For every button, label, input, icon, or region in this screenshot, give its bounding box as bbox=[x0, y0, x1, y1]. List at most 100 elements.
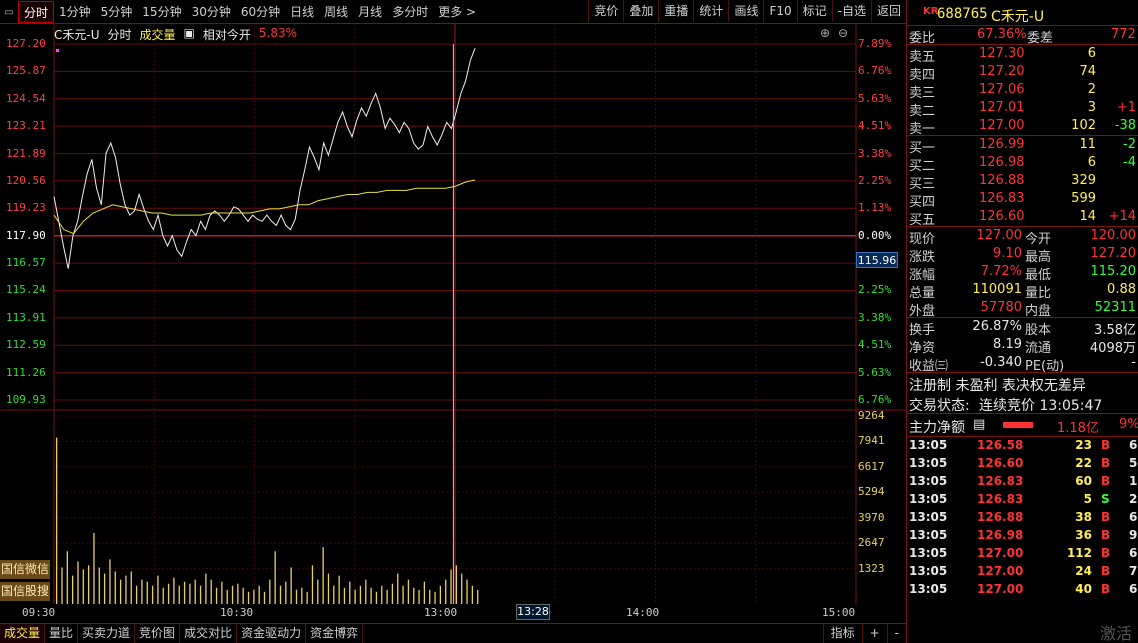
volume-bar bbox=[439, 585, 442, 604]
cursor-price-box: 115.96 bbox=[856, 252, 898, 268]
pct-tick-2: 5.63% bbox=[858, 91, 892, 105]
volume-bar bbox=[359, 585, 362, 604]
ask-price: 127.30 bbox=[979, 46, 1025, 61]
stat-label-1: 外盘 bbox=[909, 304, 936, 319]
tick-time: 13:05 bbox=[909, 474, 948, 488]
ask-price: 127.06 bbox=[979, 82, 1025, 97]
guoxin-wechat-button[interactable]: 国信微信 bbox=[0, 560, 50, 579]
tick-row[interactable]: 13:05 126.88 38 B 6 bbox=[907, 509, 1138, 527]
tick-price: 127.00 bbox=[977, 564, 1024, 578]
volume-bar bbox=[295, 589, 298, 604]
volume-bar bbox=[466, 579, 468, 604]
price-tick-3: 123.21 bbox=[6, 119, 46, 133]
tick-row[interactable]: 13:05 126.60 22 B 5 bbox=[907, 455, 1138, 473]
volume-bar bbox=[279, 585, 282, 604]
volume-tick-4: 3970 bbox=[858, 510, 885, 524]
relative-label: 相对今开 bbox=[202, 28, 251, 42]
volume-bar bbox=[87, 565, 90, 604]
tick-row[interactable]: 13:05 126.98 36 B 9 bbox=[907, 527, 1138, 545]
tick-direction: B bbox=[1101, 528, 1111, 542]
tick-price: 127.00 bbox=[977, 546, 1024, 560]
zoom-in-icon[interactable]: ⊕ bbox=[820, 26, 830, 40]
volume-bar bbox=[333, 585, 335, 604]
price-tick-7: 117.90 bbox=[6, 228, 46, 242]
volume-bar bbox=[429, 589, 431, 604]
tick-price: 126.88 bbox=[977, 510, 1024, 524]
bottom-tab-1[interactable]: 量比 bbox=[45, 624, 79, 643]
price-tick-11: 112.59 bbox=[6, 338, 46, 352]
quote-stats: 现价 127.00 今开 120.00 涨跌 9.10 最高 127.20 涨幅 7.72% 最低 1… bbox=[907, 227, 1138, 319]
tick-time: 13:05 bbox=[909, 456, 948, 470]
chart-canvas bbox=[0, 24, 906, 604]
volume-bar bbox=[434, 591, 436, 604]
indicator-label[interactable]: 成交量 bbox=[140, 26, 176, 43]
tick-row[interactable]: 13:05 127.00 40 B 6 bbox=[907, 581, 1138, 599]
volume-bar bbox=[285, 581, 287, 604]
bid-label: 买五 bbox=[909, 213, 936, 228]
bottom-tab-4[interactable]: 成交对比 bbox=[180, 624, 238, 643]
tick-row[interactable]: 13:05 126.58 23 B 6 bbox=[907, 437, 1138, 455]
volume-bar bbox=[93, 532, 95, 604]
bottom-tab-2[interactable]: 买卖力道 bbox=[78, 624, 136, 643]
tick-direction: S bbox=[1101, 492, 1110, 506]
chart-info-bar: C禾元-U 分时 成交量 ▣ 相对今开 5.83% bbox=[54, 26, 297, 43]
bottom-tab-6[interactable]: 资金博弈 bbox=[306, 624, 364, 643]
tick-direction: B bbox=[1101, 510, 1111, 524]
bottom-tool-2[interactable]: - bbox=[886, 624, 906, 643]
volume-bar bbox=[386, 589, 388, 604]
tick-row[interactable]: 13:05 127.00 24 B 7 bbox=[907, 563, 1138, 581]
volume-bar bbox=[242, 587, 244, 604]
volume-bar bbox=[173, 577, 175, 604]
volume-bar bbox=[162, 587, 164, 604]
bid-volume: 6 bbox=[1087, 155, 1096, 170]
price-tick-9: 115.24 bbox=[6, 283, 46, 297]
mode-label: 分时 bbox=[107, 28, 132, 42]
tick-count: 6 bbox=[1129, 510, 1138, 524]
volume-bar bbox=[407, 579, 410, 604]
tick-row[interactable]: 13:05 126.83 5 S 2 bbox=[907, 491, 1138, 509]
volume-bar bbox=[194, 579, 196, 604]
tick-price: 126.98 bbox=[977, 528, 1024, 542]
tick-volume: 5 bbox=[1083, 492, 1092, 506]
bid-price: 126.99 bbox=[979, 137, 1025, 152]
quote-panel: KR 688765 C禾元-U 委比 67.36% 委差 772 卖五 127.3… bbox=[906, 0, 1138, 643]
ask-price: 127.00 bbox=[979, 118, 1025, 133]
bottom-tool-0[interactable]: 指标 bbox=[822, 624, 862, 643]
bottom-tab-5[interactable]: 资金驱动力 bbox=[237, 624, 307, 643]
volume-bar bbox=[183, 581, 186, 604]
price-tick-6: 119.23 bbox=[6, 201, 46, 215]
tick-direction: B bbox=[1101, 474, 1111, 488]
fund-row-0: 换手 26.87% 股本 3.58亿 bbox=[907, 318, 1138, 338]
main-flow-row: 主力净额 ▤ 1.18亿 9% bbox=[909, 417, 1138, 436]
time-tick-0: 09:30 bbox=[22, 606, 56, 619]
menu-icon[interactable]: ▤ bbox=[973, 417, 985, 432]
volume-bar bbox=[66, 551, 68, 604]
tick-row[interactable]: 13:05 127.00 112 B 6 bbox=[907, 545, 1138, 563]
volume-bar bbox=[210, 579, 212, 604]
volume-tick-6: 1323 bbox=[858, 561, 885, 575]
volume-tick-3: 5294 bbox=[858, 485, 885, 499]
volume-bar bbox=[247, 591, 250, 604]
volume-bar bbox=[322, 547, 324, 604]
stat-value-2: 120.00 bbox=[1090, 228, 1137, 243]
volume-bar bbox=[71, 575, 74, 604]
bottom-tab-0[interactable]: 成交量 bbox=[0, 624, 46, 643]
volume-bar bbox=[349, 581, 351, 604]
pct-tick-4: 3.38% bbox=[858, 146, 892, 160]
tick-list[interactable]: 13:05 126.58 23 B 6 13:05 126.60 22 B 5 13:05 126.8… bbox=[907, 437, 1138, 599]
tick-time: 13:05 bbox=[909, 528, 948, 542]
time-tick-4: 15:00 bbox=[822, 606, 856, 619]
weibi-value: 67.36% bbox=[977, 27, 1027, 42]
volume-bar bbox=[61, 567, 63, 604]
zoom-out-icon[interactable]: ⊖ bbox=[838, 26, 848, 40]
bid-price: 126.83 bbox=[979, 191, 1025, 206]
stat-row-2: 涨幅 7.72% 最低 115.20 bbox=[907, 263, 1138, 283]
camera-icon[interactable]: ▣ bbox=[184, 26, 195, 43]
tick-price: 126.60 bbox=[977, 456, 1024, 470]
tick-row[interactable]: 13:05 126.83 60 B 15 bbox=[907, 473, 1138, 491]
bottom-tab-3[interactable]: 竞价图 bbox=[135, 624, 181, 643]
guoxin-search-button[interactable]: 国信股搜 bbox=[0, 582, 50, 601]
bottom-tool-1[interactable]: + bbox=[861, 624, 887, 643]
ask-volume: 74 bbox=[1079, 64, 1096, 79]
tick-count: 6 bbox=[1129, 546, 1138, 560]
